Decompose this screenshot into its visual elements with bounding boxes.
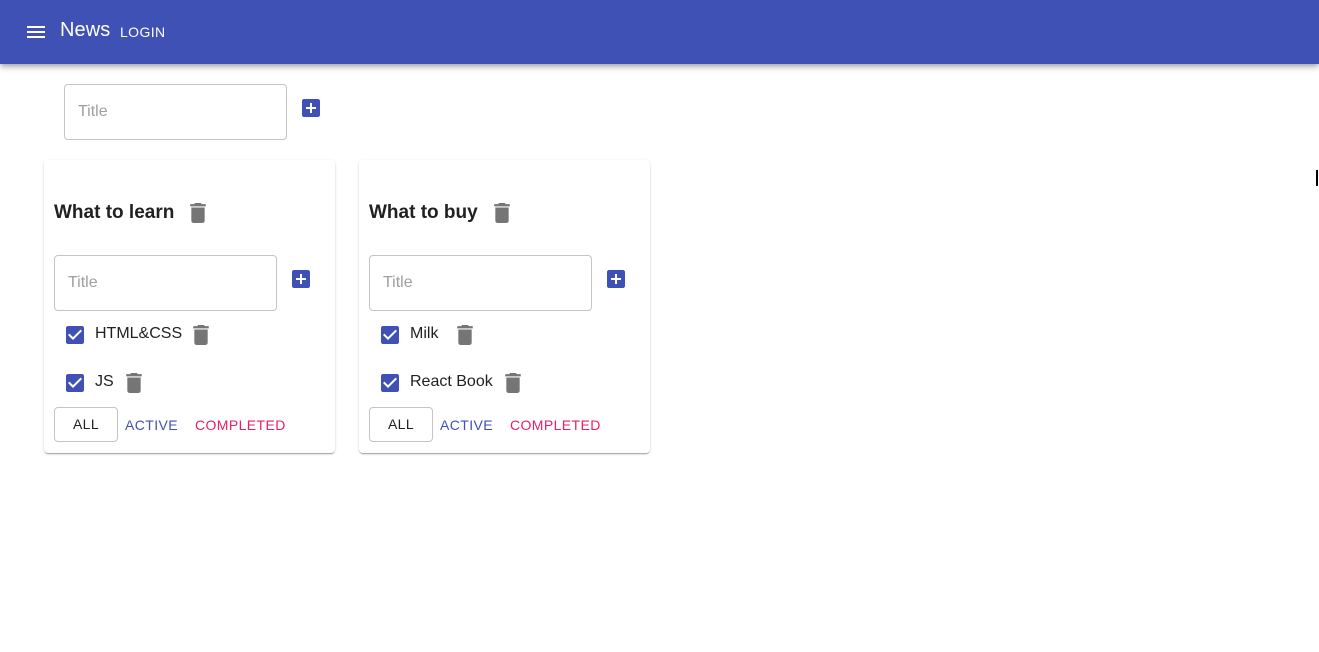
task-title-input[interactable] bbox=[55, 256, 276, 310]
task-title-input[interactable] bbox=[370, 256, 591, 310]
task-title-field[interactable] bbox=[369, 255, 592, 311]
delete-task-icon[interactable] bbox=[456, 325, 474, 345]
add-list-icon[interactable] bbox=[302, 99, 320, 117]
delete-task-icon[interactable] bbox=[125, 373, 143, 393]
app-bar: News LOGIN bbox=[0, 0, 1319, 64]
login-button[interactable]: LOGIN bbox=[112, 22, 174, 42]
task-checkbox[interactable] bbox=[381, 374, 399, 392]
text-cursor bbox=[1316, 170, 1318, 186]
filter-all-button[interactable]: ALL bbox=[54, 407, 118, 442]
task-label[interactable]: HTML&CSS bbox=[95, 325, 182, 343]
task-title-field[interactable] bbox=[54, 255, 277, 311]
task-checkbox[interactable] bbox=[66, 326, 84, 344]
add-task-icon[interactable] bbox=[607, 270, 625, 288]
todolist-card: What to learn HTML&CSS JS ALL ACTIVE COM… bbox=[44, 160, 335, 453]
delete-task-icon[interactable] bbox=[504, 373, 522, 393]
task-label[interactable]: JS bbox=[95, 373, 114, 391]
task-label[interactable]: React Book bbox=[410, 373, 493, 391]
delete-list-icon[interactable] bbox=[493, 203, 511, 223]
new-list-title-input[interactable] bbox=[65, 85, 286, 139]
todolist-title[interactable]: What to learn bbox=[54, 202, 174, 224]
filter-completed-button[interactable]: COMPLETED bbox=[510, 417, 601, 433]
todolist-card: What to buy Milk React Book ALL ACTIVE C… bbox=[359, 160, 650, 453]
task-checkbox[interactable] bbox=[381, 326, 399, 344]
app-title: News bbox=[60, 19, 111, 41]
todolist-title[interactable]: What to buy bbox=[369, 202, 478, 224]
task-checkbox[interactable] bbox=[66, 374, 84, 392]
delete-task-icon[interactable] bbox=[192, 325, 210, 345]
filter-completed-button[interactable]: COMPLETED bbox=[195, 417, 286, 433]
filter-active-button[interactable]: ACTIVE bbox=[125, 417, 178, 433]
task-label[interactable]: Milk bbox=[410, 325, 438, 343]
filter-all-button[interactable]: ALL bbox=[369, 407, 433, 442]
delete-list-icon[interactable] bbox=[189, 203, 207, 223]
menu-icon[interactable] bbox=[24, 20, 48, 44]
add-task-icon[interactable] bbox=[292, 270, 310, 288]
new-list-title-field[interactable] bbox=[64, 84, 287, 140]
filter-active-button[interactable]: ACTIVE bbox=[440, 417, 493, 433]
